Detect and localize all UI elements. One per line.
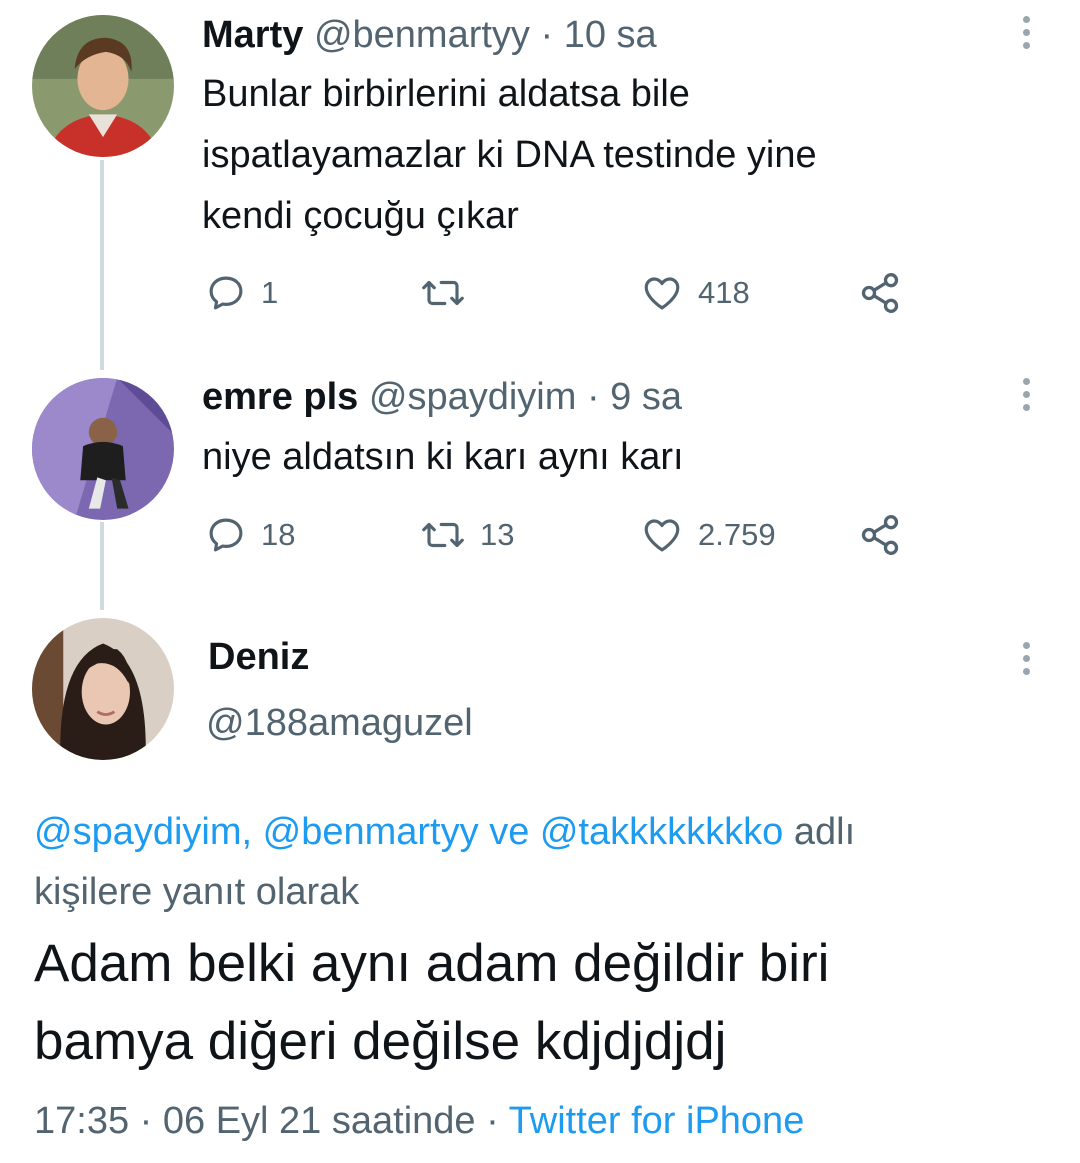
tweet-meta: 17:35 · 06 Eyl 21 saatinde · Twitter for… [34,1100,804,1143]
tweet-2-header: emre pls @spaydiyim · 9 sa [202,376,682,419]
reply-icon [209,276,243,310]
author-name[interactable]: Marty [202,14,303,56]
retweet-count: 13 [480,517,515,552]
like-icon [644,277,680,310]
author-handle[interactable]: @spaydiyim [369,376,577,418]
tweet-2-text: niye aldatsın ki karı aynı karı [202,427,684,488]
more-options-icon[interactable] [1020,642,1032,682]
main-tweet-text-line: Adam belki aynı adam değildir biri [34,934,830,993]
avatar-image [32,378,174,520]
main-tweet-text-line: bamya diğeri değilse kdjdjdjdj [34,1012,727,1071]
retweet-icon [422,280,464,306]
share-button[interactable] [858,513,902,557]
more-options-icon[interactable] [1020,378,1032,418]
share-icon [861,273,899,313]
separator-dot: · [139,1100,153,1142]
tweet-time[interactable]: 9 sa [610,376,682,418]
reply-context-line2: kişilere yanıt olarak [34,871,360,913]
separator-dot: · [586,376,600,418]
reply-context-suffix: adlı [793,811,856,853]
avatar-emre[interactable] [32,378,174,520]
author-name[interactable]: emre pls [202,376,358,418]
tweet-date[interactable]: 06 Eyl 21 saatinde [163,1100,476,1142]
main-author-handle[interactable]: @188amaguzel [206,702,473,745]
tweet-timestamp[interactable]: 17:35 [34,1100,129,1142]
share-icon [861,515,899,555]
separator-dot: · [486,1100,499,1142]
avatar-image [32,618,174,760]
retweet-button[interactable] [420,271,480,315]
thread-line-2 [100,522,104,610]
tweet-text-line: Bunlar birbirlerini aldatsa bile [202,73,690,115]
tweet-text-line: niye aldatsın ki karı aynı karı [202,436,684,478]
tweet-time[interactable]: 10 sa [564,14,657,56]
thread-line-1 [100,160,104,370]
retweet-button[interactable]: 13 [420,513,514,557]
avatar-image [32,15,174,157]
mention-link[interactable]: @spaydiyim, [34,811,252,853]
tweet-source-link[interactable]: Twitter for iPhone [509,1100,805,1142]
like-icon [644,519,680,552]
tweet-text-line: ispatlayamazlar ki DNA testinde yine [202,134,817,176]
tweet-1-text: Bunlar birbirlerini aldatsa bile ispatla… [202,64,817,247]
avatar-marty[interactable] [32,15,174,157]
mention-link[interactable]: @takkkkkkkko [540,811,783,853]
like-button[interactable]: 2.759 [640,513,776,557]
avatar-deniz[interactable] [32,618,174,760]
reply-button[interactable]: 18 [205,513,295,557]
like-button[interactable]: 418 [640,271,750,315]
like-count: 418 [698,275,750,310]
main-author-name[interactable]: Deniz [208,636,309,679]
tweet-1-header: Marty @benmartyy · 10 sa [202,14,657,57]
reply-button[interactable]: 1 [205,271,278,315]
author-handle[interactable]: @benmartyy [314,14,530,56]
retweet-icon [422,522,464,548]
mention-link[interactable]: @benmartyy [263,811,479,853]
more-options-icon[interactable] [1020,16,1032,56]
reply-count: 18 [261,517,296,552]
like-count: 2.759 [698,517,776,552]
tweet-text-line: kendi çocuğu çıkar [202,195,519,237]
reply-connector: ve [489,811,530,853]
reply-context: @spaydiyim, @benmartyy ve @takkkkkkkko a… [34,802,855,922]
share-button[interactable] [858,271,902,315]
separator-dot: · [540,14,554,56]
reply-count: 1 [261,275,279,310]
main-tweet-text: Adam belki aynı adam değildir biri bamya… [34,925,829,1081]
reply-icon [209,518,243,552]
